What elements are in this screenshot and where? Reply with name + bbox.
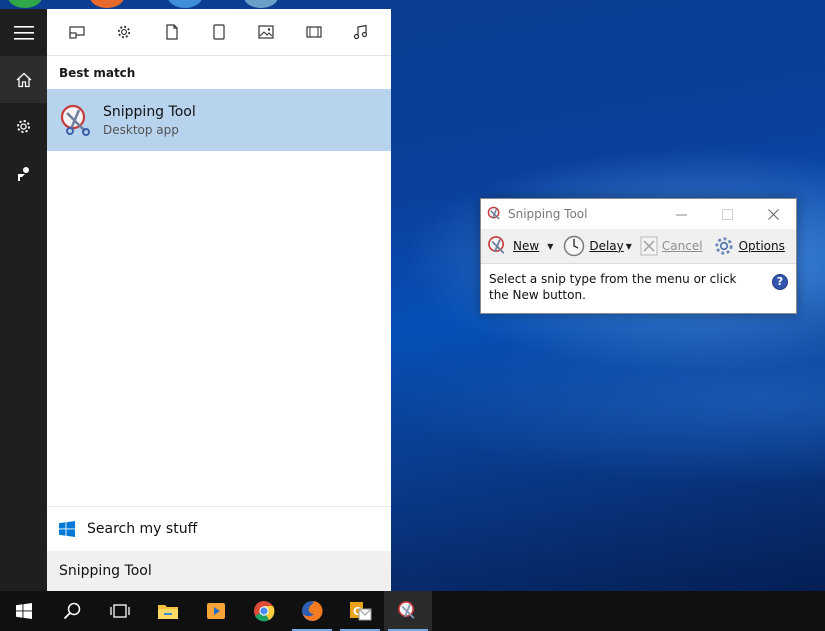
search-result-snipping-tool[interactable]: Snipping Tool Desktop app xyxy=(47,89,391,151)
result-title: Snipping Tool xyxy=(103,103,196,120)
snipping-tool-window: Snipping Tool New ▼ Delay ▼ Cancel Optio… xyxy=(480,198,797,314)
desktop-shortcut-icon[interactable] xyxy=(8,0,42,8)
desktop-shortcut-icon[interactable] xyxy=(244,0,278,8)
desktop-shortcut-icon[interactable] xyxy=(168,0,202,8)
cancel-button[interactable]: Cancel xyxy=(640,236,703,256)
search-my-stuff-label: Search my stuff xyxy=(87,520,198,537)
search-filter-bar xyxy=(47,9,391,56)
instruction-text: Select a snip type from the menu or clic… xyxy=(489,272,737,302)
options-label: Options xyxy=(738,239,785,253)
minimize-icon xyxy=(675,214,687,215)
close-button[interactable] xyxy=(750,199,796,229)
delay-button[interactable]: Delay xyxy=(563,235,624,257)
documents-icon[interactable] xyxy=(157,17,187,47)
minimize-button[interactable] xyxy=(658,199,704,229)
taskbar: O xyxy=(0,591,825,631)
photos-icon[interactable] xyxy=(251,17,281,47)
window-titlebar[interactable]: Snipping Tool xyxy=(481,199,796,229)
search-results-panel: Best match Snipping Tool Desktop app Sea… xyxy=(47,9,391,591)
snipping-toolbar: New ▼ Delay ▼ Cancel Options xyxy=(481,229,796,263)
cancel-label: Cancel xyxy=(661,239,703,253)
new-button[interactable]: New xyxy=(487,235,539,257)
clock-icon xyxy=(564,235,585,257)
snipping-tool-icon xyxy=(60,104,90,136)
options-button[interactable]: Options xyxy=(713,235,785,257)
gear-icon[interactable] xyxy=(0,103,47,150)
feedback-icon[interactable] xyxy=(0,150,47,197)
desktop-shortcut-icon[interactable] xyxy=(90,0,124,8)
options-gear-icon xyxy=(714,237,733,255)
snipping-tool-icon xyxy=(487,206,500,220)
file-explorer-icon[interactable] xyxy=(144,591,192,631)
snipping-message-area: Select a snip type from the menu or clic… xyxy=(481,263,796,313)
firefox-icon[interactable] xyxy=(288,591,336,631)
close-icon xyxy=(767,208,779,220)
search-input[interactable]: Snipping Tool xyxy=(47,551,391,591)
cancel-icon xyxy=(640,236,658,256)
chrome-icon[interactable] xyxy=(240,591,288,631)
hamburger-menu-icon[interactable] xyxy=(0,9,47,56)
outlook-icon[interactable]: O xyxy=(336,591,384,631)
maximize-icon xyxy=(721,208,733,220)
search-icon[interactable] xyxy=(48,591,96,631)
music-icon[interactable] xyxy=(346,17,376,47)
windows-start-icon[interactable] xyxy=(0,591,48,631)
home-icon[interactable] xyxy=(0,56,47,103)
apps-icon[interactable] xyxy=(62,17,92,47)
new-label: New xyxy=(513,239,540,253)
videos-icon[interactable] xyxy=(299,17,329,47)
new-dropdown-arrow[interactable]: ▼ xyxy=(547,242,553,251)
help-icon[interactable]: ? xyxy=(772,274,788,290)
task-view-icon[interactable] xyxy=(96,591,144,631)
media-player-icon[interactable] xyxy=(192,591,240,631)
settings-icon[interactable] xyxy=(109,17,139,47)
maximize-button[interactable] xyxy=(704,199,750,229)
snipping-tool-icon[interactable] xyxy=(384,591,432,631)
window-title: Snipping Tool xyxy=(508,207,588,221)
windows-logo-icon xyxy=(59,520,75,537)
start-menu-rail xyxy=(0,9,47,591)
new-snip-icon xyxy=(488,236,505,254)
search-my-stuff-button[interactable]: Search my stuff xyxy=(47,506,391,550)
tablet-icon[interactable] xyxy=(204,17,234,47)
result-subtitle: Desktop app xyxy=(103,122,179,137)
delay-label: Delay xyxy=(589,239,624,253)
delay-dropdown-arrow[interactable]: ▼ xyxy=(626,242,632,251)
best-match-heading: Best match xyxy=(59,66,136,80)
